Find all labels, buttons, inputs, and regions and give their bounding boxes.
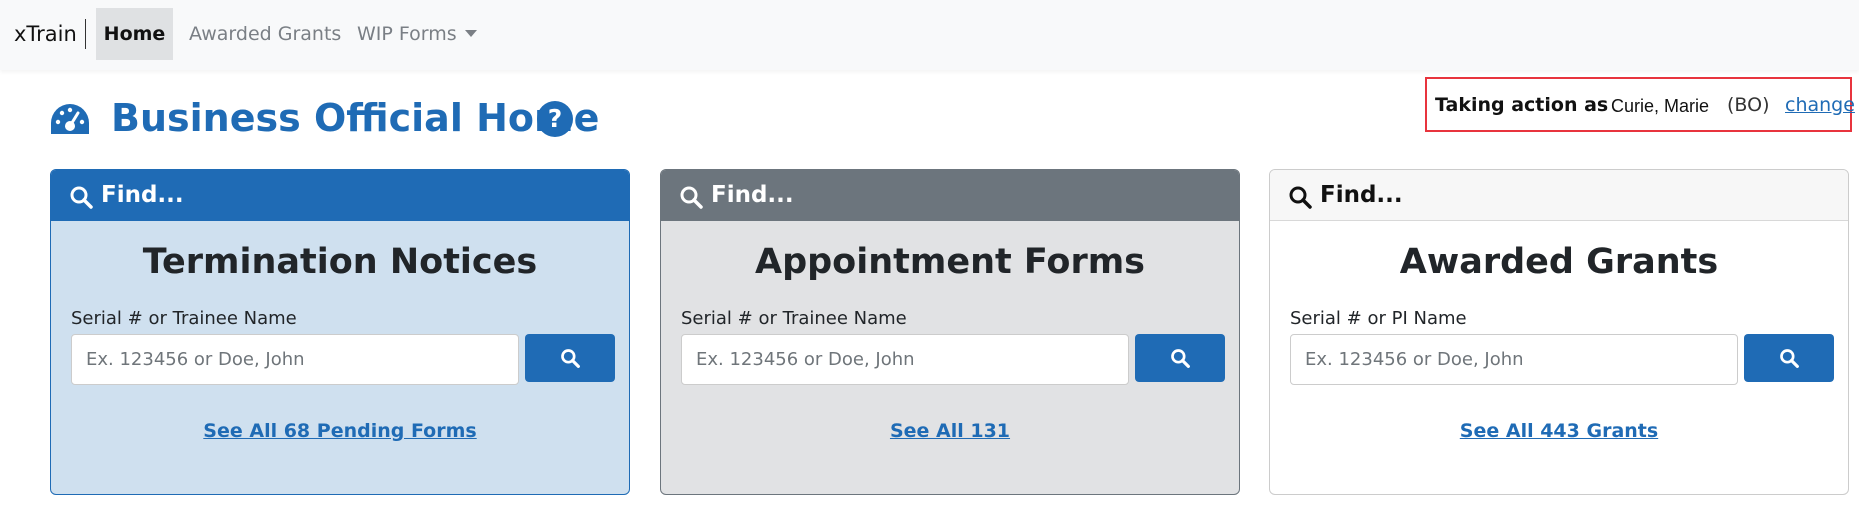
search-icon xyxy=(1289,186,1312,209)
search-icon xyxy=(70,186,93,209)
see-all-grants-link[interactable]: See All 443 Grants xyxy=(1270,420,1848,442)
change-user-link[interactable]: change xyxy=(1785,94,1855,116)
search-input[interactable] xyxy=(681,334,1129,385)
search-icon xyxy=(1780,349,1799,368)
card-header: Find... xyxy=(661,170,1239,221)
nav-wip-forms-label: WIP Forms xyxy=(357,23,457,45)
search-input[interactable] xyxy=(71,334,519,385)
search-field-label: Serial # or Trainee Name xyxy=(71,308,297,329)
card-title: Appointment Forms xyxy=(754,242,1146,282)
nav-wip-forms-dropdown[interactable]: WIP Forms xyxy=(357,8,477,60)
card-termination-notices: Find... Termination Notices Serial # or … xyxy=(50,169,630,495)
acting-user-panel: Taking action as Curie, Marie (BO) chang… xyxy=(1425,77,1855,132)
find-label: Find... xyxy=(711,182,794,208)
search-icon xyxy=(680,186,703,209)
search-input[interactable] xyxy=(1290,334,1738,385)
acting-user-name: Curie, Marie xyxy=(1611,96,1710,116)
nav-awarded-grants[interactable]: Awarded Grants xyxy=(189,8,341,60)
brand-divider xyxy=(85,19,86,49)
card-appointment-forms: Find... Appointment Forms Serial # or Tr… xyxy=(660,169,1240,495)
search-icon xyxy=(1171,349,1190,368)
search-button[interactable] xyxy=(525,334,615,382)
search-field-label: Serial # or PI Name xyxy=(1290,308,1467,329)
card-header: Find... xyxy=(51,170,629,221)
brand-logo[interactable]: xTrain xyxy=(14,22,77,46)
nav-home[interactable]: Home xyxy=(96,8,173,60)
question-circle-icon[interactable]: ? xyxy=(537,101,573,137)
search-field-label: Serial # or Trainee Name xyxy=(681,308,907,329)
caret-down-icon xyxy=(464,30,477,37)
acting-user-role: (BO) xyxy=(1727,94,1770,116)
gauge-icon xyxy=(51,104,89,134)
find-label: Find... xyxy=(101,182,184,208)
find-label: Find... xyxy=(1320,182,1403,208)
search-button[interactable] xyxy=(1744,334,1834,382)
card-awarded-grants: Find... Awarded Grants Serial # or PI Na… xyxy=(1269,169,1849,495)
search-button[interactable] xyxy=(1135,334,1225,382)
search-icon xyxy=(561,349,580,368)
see-all-appointments-link[interactable]: See All 131 xyxy=(661,420,1239,442)
page-title: Business Official Home xyxy=(111,96,600,140)
acting-as-label: Taking action as xyxy=(1435,94,1609,116)
card-header: Find... xyxy=(1270,170,1848,221)
card-title: Awarded Grants xyxy=(1399,242,1719,282)
see-all-pending-link[interactable]: See All 68 Pending Forms xyxy=(51,420,629,442)
card-title: Termination Notices xyxy=(142,242,538,282)
navbar: xTrain Home Awarded Grants WIP Forms xyxy=(0,0,1859,70)
